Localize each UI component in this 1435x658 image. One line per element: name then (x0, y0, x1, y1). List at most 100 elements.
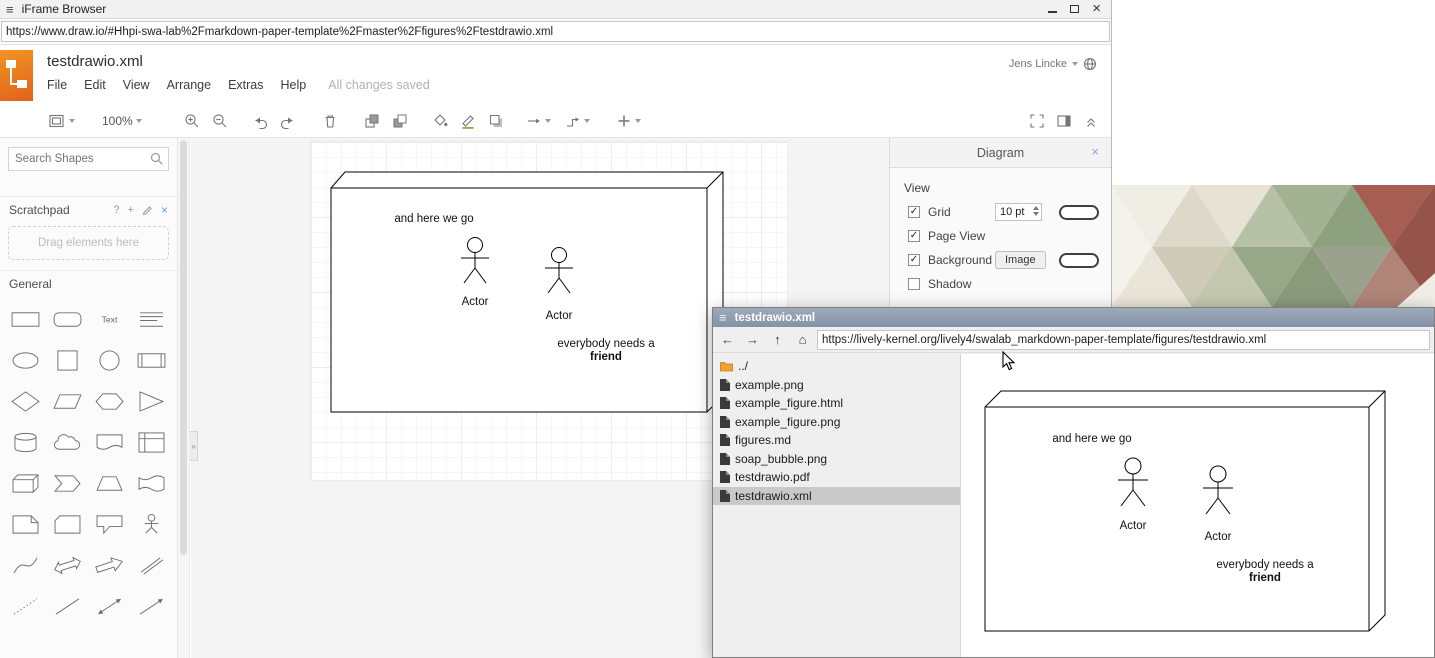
cube-shape[interactable] (331, 172, 723, 412)
background-checkbox[interactable]: ✓ (908, 254, 920, 266)
shape-trapezoid[interactable] (89, 463, 131, 504)
shape-cylinder[interactable] (5, 422, 47, 463)
shape-cube[interactable] (5, 463, 47, 504)
file-row[interactable]: figures.md (713, 431, 960, 450)
file-row-parent-dir[interactable]: ../ (713, 357, 960, 376)
shape-cloud[interactable] (47, 422, 89, 463)
shadow-checkbox[interactable] (908, 278, 920, 290)
file-row[interactable]: example_figure.html (713, 394, 960, 413)
close-button[interactable]: × (1092, 3, 1101, 15)
page-view-checkbox[interactable]: ✓ (908, 230, 920, 242)
scratchpad-drop-area[interactable]: Drag elements here (8, 226, 169, 260)
file-browser-titlebar[interactable]: ≡ testdrawio.xml (713, 308, 1434, 327)
maximize-button[interactable] (1070, 5, 1079, 13)
menu-view[interactable]: View (123, 78, 150, 92)
file-row[interactable]: example_figure.png (713, 413, 960, 432)
waypoints-button[interactable] (565, 113, 590, 129)
shape-parallelogram[interactable] (47, 381, 89, 422)
shape-curve[interactable] (5, 545, 47, 586)
actor-label[interactable]: Actor (462, 296, 489, 308)
redo-button[interactable] (280, 113, 296, 129)
shape-rounded-rectangle[interactable] (47, 299, 89, 340)
shape-bidirectional-arrow[interactable] (47, 545, 89, 586)
insert-button[interactable] (616, 113, 641, 129)
shape-bidirectional-connector[interactable] (89, 586, 131, 627)
scratchpad-header[interactable]: Scratchpad ? + × (0, 196, 177, 223)
shape-callout[interactable] (89, 504, 131, 545)
general-section-header[interactable]: General (0, 270, 177, 297)
url-input[interactable] (1, 21, 1110, 42)
language-globe-icon[interactable] (1083, 57, 1097, 71)
window-menu-icon[interactable]: ≡ (719, 311, 727, 324)
zoom-menu-button[interactable]: 100% (102, 114, 142, 128)
menu-extras[interactable]: Extras (228, 78, 263, 92)
page-view-menu-button[interactable] (48, 113, 75, 129)
shape-line[interactable] (47, 586, 89, 627)
to-front-button[interactable] (364, 113, 380, 129)
shape-text[interactable]: Text (89, 299, 131, 340)
shadow-button[interactable] (488, 113, 504, 129)
collapse-toolbar-button[interactable] (1083, 113, 1099, 129)
file-browser-url-input[interactable] (817, 330, 1430, 350)
file-row[interactable]: testdrawio.pdf (713, 468, 960, 487)
iframe-browser-titlebar[interactable]: ≡ iFrame Browser × (0, 0, 1111, 19)
shape-internal-storage[interactable] (130, 422, 172, 463)
window-menu-icon[interactable]: ≡ (6, 3, 14, 16)
scrollbar-thumb[interactable] (180, 140, 187, 555)
search-shapes-input[interactable] (8, 147, 169, 171)
zoom-in-button[interactable] (184, 113, 200, 129)
note-text-line1[interactable]: everybody needs a (557, 338, 655, 350)
shape-actor[interactable] (130, 504, 172, 545)
user-menu[interactable]: Jens Lincke (1009, 57, 1097, 71)
menu-file[interactable]: File (47, 78, 67, 92)
grid-size-spinner[interactable] (1033, 206, 1039, 216)
menu-edit[interactable]: Edit (84, 78, 106, 92)
background-color-swatch[interactable] (1059, 253, 1099, 268)
shape-tape[interactable] (130, 463, 172, 504)
zoom-out-button[interactable] (212, 113, 228, 129)
shape-textbox[interactable] (130, 299, 172, 340)
file-row[interactable]: example.png (713, 376, 960, 395)
scratchpad-edit-icon[interactable] (142, 205, 153, 216)
delete-button[interactable] (322, 113, 338, 129)
shape-arrow[interactable] (89, 545, 131, 586)
tab-diagram[interactable]: Diagram (977, 146, 1024, 160)
menu-help[interactable]: Help (281, 78, 307, 92)
home-button[interactable]: ⌂ (791, 330, 814, 350)
toggle-format-panel-button[interactable] (1056, 113, 1072, 129)
up-button[interactable]: ↑ (766, 330, 789, 350)
scratchpad-add-icon[interactable]: + (128, 204, 134, 216)
shape-note[interactable] (5, 504, 47, 545)
shape-directional-connector[interactable] (130, 586, 172, 627)
shape-dashed-line[interactable] (5, 586, 47, 627)
to-back-button[interactable] (392, 113, 408, 129)
connection-style-button[interactable] (526, 113, 551, 129)
shape-link[interactable] (130, 545, 172, 586)
scratchpad-close-icon[interactable]: × (161, 203, 168, 217)
shape-square[interactable] (47, 340, 89, 381)
back-button[interactable]: ← (716, 330, 739, 350)
note-text-line2[interactable]: friend (590, 351, 622, 363)
sidebar-scrollbar[interactable] (178, 138, 190, 658)
grid-checkbox[interactable]: ✓ (908, 206, 920, 218)
background-image-button[interactable]: Image (995, 251, 1046, 269)
fit-page-button[interactable] (1029, 113, 1045, 129)
forward-button[interactable]: → (741, 330, 764, 350)
shape-triangle[interactable] (130, 381, 172, 422)
shape-document[interactable] (89, 422, 131, 463)
grid-color-swatch[interactable] (1059, 205, 1099, 220)
line-color-button[interactable] (460, 113, 476, 129)
shape-process[interactable] (130, 340, 172, 381)
scratchpad-help-icon[interactable]: ? (113, 204, 119, 216)
actor-label[interactable]: Actor (546, 310, 573, 322)
shape-hexagon[interactable] (89, 381, 131, 422)
shape-diamond[interactable] (5, 381, 47, 422)
file-row-selected[interactable]: testdrawio.xml (713, 487, 960, 506)
sidebar-collapse-handle[interactable]: » (190, 431, 198, 461)
shape-card[interactable] (47, 504, 89, 545)
minimize-button[interactable] (1048, 11, 1057, 13)
shape-step[interactable] (47, 463, 89, 504)
undo-button[interactable] (252, 113, 268, 129)
format-panel-close-icon[interactable]: × (1091, 145, 1099, 158)
fill-color-button[interactable] (432, 113, 448, 129)
